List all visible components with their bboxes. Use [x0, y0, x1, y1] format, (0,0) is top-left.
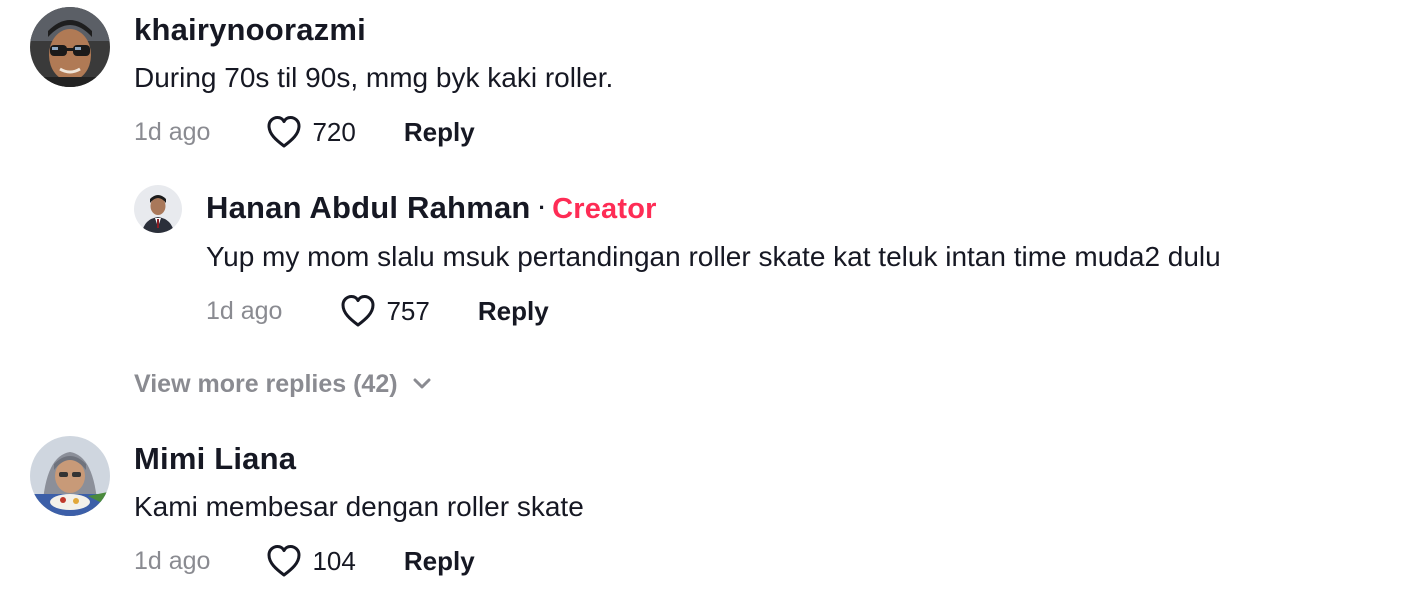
comment-item: khairynoorazmi During 70s til 90s, mmg b… — [0, 0, 1404, 160]
chevron-down-icon — [413, 378, 431, 389]
comment-username[interactable]: khairynoorazmi — [134, 10, 366, 50]
reply-text: Yup my mom slalu msuk pertandingan rolle… — [206, 241, 1221, 272]
view-more-label: View more replies (42) — [134, 369, 398, 398]
reply-button[interactable]: Reply — [478, 296, 549, 327]
comment-meta: 1d ago 104 Reply — [134, 541, 475, 581]
avatar[interactable] — [30, 7, 110, 87]
like-count: 757 — [386, 295, 430, 326]
reply-time: 1d ago — [206, 296, 283, 325]
heart-icon — [267, 545, 301, 577]
comment-time: 1d ago — [134, 117, 211, 146]
like-button[interactable]: 720 — [266, 115, 356, 149]
avatar[interactable] — [30, 436, 110, 516]
avatar-photo-icon — [30, 7, 110, 87]
avatar-photo-icon — [134, 185, 182, 233]
reply-username[interactable]: Hanan Abdul Rahman · Creator — [206, 188, 657, 231]
view-more-replies[interactable]: View more replies (42) — [134, 364, 432, 404]
like-button[interactable]: 757 — [340, 294, 430, 328]
heart-icon — [341, 295, 375, 327]
like-count: 720 — [312, 116, 356, 147]
separator-dot: · — [538, 195, 547, 220]
creator-badge: Creator — [552, 193, 657, 225]
avatar[interactable] — [134, 185, 182, 233]
reply-item: Hanan Abdul Rahman · Creator Yup my mom sl… — [0, 180, 1404, 340]
reply-meta: 1d ago 757 Reply — [206, 291, 549, 331]
comment-username[interactable]: Mimi Liana — [134, 439, 296, 479]
comment-text: During 70s til 90s, mmg byk kaki roller. — [134, 62, 614, 93]
comment-meta: 1d ago 720 Reply — [134, 112, 475, 152]
reply-button[interactable]: Reply — [404, 546, 475, 577]
reply-username-text: Hanan Abdul Rahman — [206, 190, 531, 225]
reply-button[interactable]: Reply — [404, 117, 475, 148]
comment-time: 1d ago — [134, 546, 211, 575]
avatar-photo-icon — [30, 436, 110, 516]
like-count: 104 — [312, 545, 356, 576]
like-button[interactable]: 104 — [266, 544, 356, 578]
heart-icon — [267, 116, 301, 148]
comment-item: Mimi Liana Kami membesar dengan roller s… — [0, 430, 1404, 590]
comment-text: Kami membesar dengan roller skate — [134, 491, 584, 522]
